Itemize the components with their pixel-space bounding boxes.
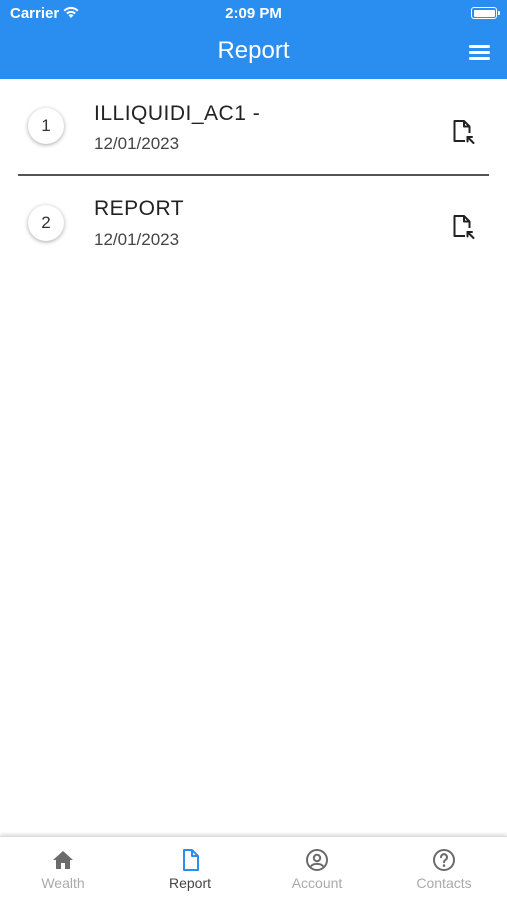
home-icon: [51, 848, 75, 872]
tab-label: Report: [168, 875, 212, 891]
status-time: 2:09 PM: [225, 5, 282, 22]
report-index-badge: 1: [28, 108, 64, 144]
status-bar: Carrier 2:09 PM: [0, 0, 507, 28]
report-name: ILLIQUIDI_AC1 -: [94, 102, 261, 125]
download-document-icon[interactable]: [452, 119, 476, 145]
tab-label: Account: [291, 875, 343, 891]
help-icon: [432, 848, 456, 872]
menu-button[interactable]: [469, 43, 491, 61]
account-icon: [305, 848, 329, 872]
tab-wealth[interactable]: Wealth: [0, 837, 126, 901]
report-row[interactable]: 2 REPORT 12/01/2023: [0, 176, 507, 270]
report-date: 12/01/2023: [94, 134, 180, 153]
app-header: Carrier 2:09 PM Report: [0, 0, 507, 79]
page-title: Report: [217, 37, 290, 64]
tab-label: Contacts: [416, 875, 472, 891]
tab-account[interactable]: Account: [254, 837, 380, 901]
battery-icon: [471, 7, 500, 19]
tab-report[interactable]: Report: [127, 837, 253, 901]
download-document-icon[interactable]: [452, 214, 476, 240]
report-row[interactable]: 1 ILLIQUIDI_AC1 - 12/01/2023: [0, 79, 507, 173]
tab-contacts[interactable]: Contacts: [381, 837, 507, 901]
tab-label: Wealth: [41, 875, 85, 891]
report-date: 12/01/2023: [94, 230, 180, 249]
report-name: REPORT: [94, 197, 185, 220]
bottom-tab-bar: Wealth Report Account Contacts: [0, 836, 507, 901]
document-icon: [178, 848, 202, 872]
report-index-badge: 2: [28, 205, 64, 241]
